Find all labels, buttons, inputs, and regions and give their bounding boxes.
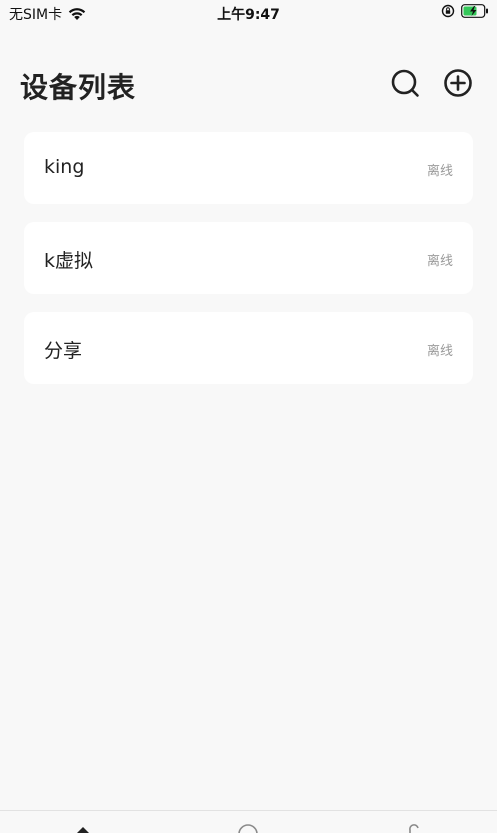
device-status: 离线 — [426, 254, 453, 269]
device-card[interactable]: k虚拟 离线 — [24, 222, 473, 294]
circle-icon — [228, 819, 268, 833]
status-right — [441, 4, 489, 18]
add-circle-icon — [443, 68, 473, 102]
device-name: king — [44, 156, 85, 178]
page-title: 设备列表 — [20, 71, 137, 104]
tab-discover[interactable] — [228, 811, 268, 833]
search-button[interactable] — [388, 68, 422, 102]
device-name: k虚拟 — [44, 250, 94, 272]
device-card[interactable]: 分享 离线 — [24, 312, 473, 384]
page-header: 设备列表 — [0, 60, 497, 110]
device-status: 离线 — [426, 344, 453, 359]
add-device-button[interactable] — [441, 68, 475, 102]
device-status: 离线 — [426, 164, 453, 179]
home-icon — [63, 819, 103, 833]
battery-charging-icon — [461, 4, 489, 18]
app-screen: 无SIM卡 上午9:47 设备列表 king 离线 k虚拟 离线 分享 离线 — [0, 0, 497, 833]
tab-bar — [0, 810, 497, 833]
tab-profile[interactable] — [394, 811, 434, 833]
orientation-lock-icon — [441, 4, 455, 18]
clock: 上午9:47 — [217, 7, 280, 23]
search-icon — [390, 68, 420, 102]
profile-icon — [394, 819, 434, 833]
status-bar: 无SIM卡 上午9:47 — [0, 0, 497, 26]
tab-home[interactable] — [63, 811, 103, 833]
device-name: 分享 — [44, 340, 83, 362]
device-card[interactable]: king 离线 — [24, 132, 473, 204]
device-list: king 离线 k虚拟 离线 分享 离线 — [24, 132, 473, 402]
